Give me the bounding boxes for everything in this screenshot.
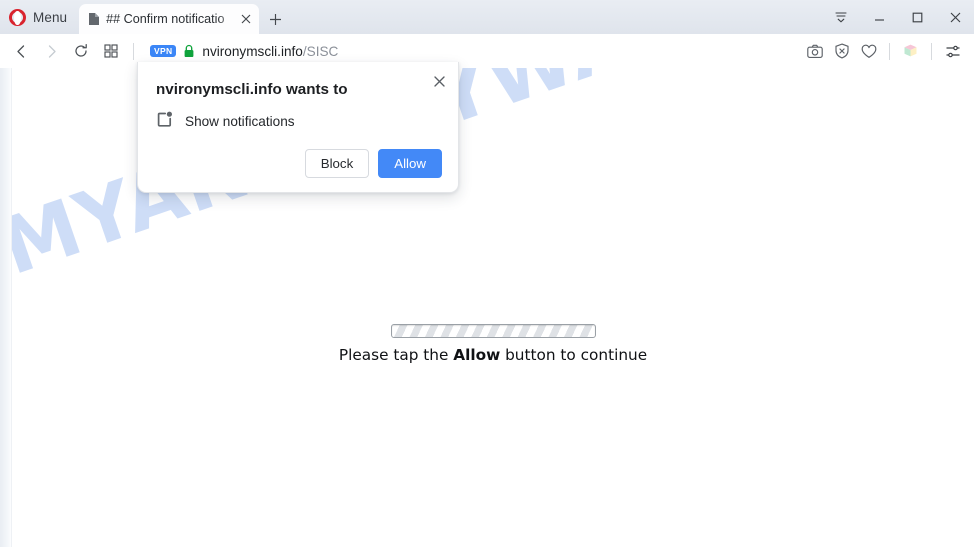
heart-favorite-icon[interactable] (855, 37, 882, 65)
menu-button-label: Menu (33, 9, 68, 25)
show-notifications-icon (156, 110, 174, 133)
tab-list-dropdown-icon[interactable] (822, 0, 860, 34)
tagline-prefix: Please tap the (338, 346, 454, 364)
opera-sidebar[interactable] (0, 68, 12, 547)
grid-squares-icon (104, 44, 118, 58)
padlock-icon[interactable] (183, 44, 195, 58)
chevron-right-icon (48, 44, 56, 58)
dialog-close-icon[interactable] (428, 70, 450, 92)
window-controls (822, 0, 974, 34)
reload-icon (75, 43, 87, 57)
dialog-title: nvironymscli.info wants to (156, 81, 348, 98)
dialog-actions: Block Allow (156, 149, 442, 179)
minimize-icon[interactable] (860, 0, 898, 34)
close-icon[interactable] (936, 0, 974, 34)
opera-browser-window: Menu ## Confirm notificatio VPN nvironym… (0, 0, 974, 547)
tab-title: ## Confirm notificatio (106, 12, 225, 26)
tagline-emphasis: Allow (453, 346, 501, 364)
loading-progress-bar (390, 324, 596, 338)
cube-workspaces-icon[interactable] (897, 37, 924, 65)
plus-icon (269, 13, 281, 25)
page-document-icon (88, 12, 100, 26)
speed-dial-button[interactable] (96, 37, 126, 65)
tab-strip: Menu ## Confirm notificatio (0, 0, 974, 34)
opera-logo-icon (9, 8, 26, 26)
page-tagline: Please tap the Allow button to continue (12, 346, 974, 364)
vpn-badge[interactable]: VPN (150, 44, 177, 58)
shield-adblock-icon[interactable] (828, 37, 855, 65)
url-path: /SISC (302, 43, 339, 59)
allow-button[interactable]: Allow (378, 149, 442, 179)
browser-tab-active[interactable]: ## Confirm notificatio (79, 4, 260, 34)
page-content: Please tap the Allow button to continue (12, 324, 974, 364)
permission-row: Show notifications (156, 110, 442, 133)
permission-label: Show notifications (185, 114, 295, 129)
maximize-icon[interactable] (898, 0, 936, 34)
tagline-suffix: button to continue (500, 346, 648, 364)
toolbar-divider-3 (931, 42, 932, 60)
new-tab-button[interactable] (261, 4, 289, 34)
toolbar-divider-2 (889, 42, 890, 60)
address-bar[interactable]: VPN nvironymscli.info/SISC (141, 37, 801, 65)
camera-snapshot-icon[interactable] (801, 37, 828, 65)
back-button[interactable] (6, 37, 36, 65)
reload-button[interactable] (66, 37, 96, 65)
toolbar-divider (133, 42, 134, 60)
forward-button[interactable] (36, 37, 66, 65)
easy-setup-sliders-icon[interactable] (939, 37, 966, 65)
toolbar-right-icons (801, 37, 966, 65)
block-button[interactable]: Block (304, 149, 370, 179)
url-host: nvironymscli.info (202, 43, 303, 59)
opera-menu-button[interactable]: Menu (0, 0, 77, 34)
chevron-left-icon (16, 44, 24, 58)
tab-close-icon[interactable] (236, 10, 255, 29)
url-text[interactable]: nvironymscli.info/SISC (202, 44, 338, 59)
notification-permission-dialog: nvironymscli.info wants to Show notifica… (137, 62, 459, 194)
